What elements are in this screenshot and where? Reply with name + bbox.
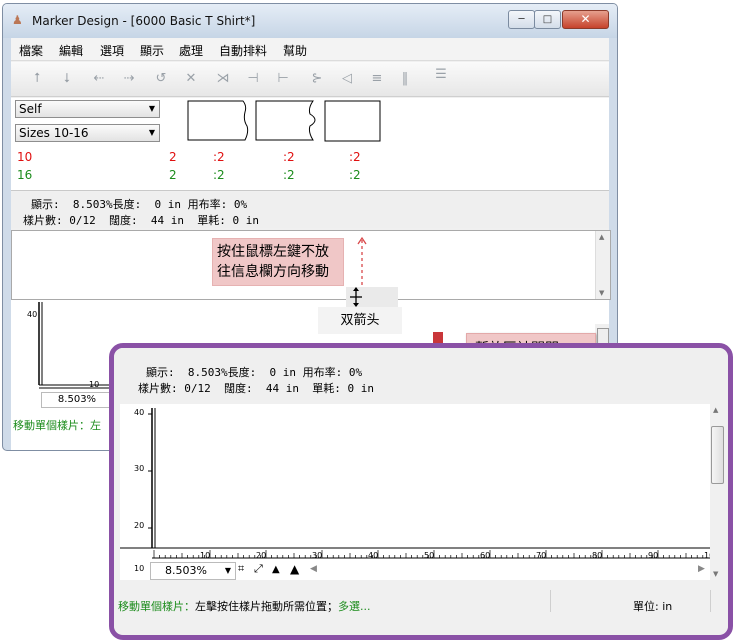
- front-y-tick-10: 10: [134, 564, 145, 573]
- piece-selection-panel: Self ▼ Sizes 10-16 ▼ 10 2 :2 :2 :2 16 2 :2…: [11, 98, 609, 191]
- flip-vertical-icon[interactable]: ✕: [181, 70, 201, 88]
- scroll-right-icon[interactable]: ▶: [698, 564, 705, 574]
- notch-icon[interactable]: ◁: [337, 70, 357, 88]
- menu-edit[interactable]: 編輯: [59, 42, 83, 59]
- mountain-large-icon[interactable]: ▲: [290, 562, 299, 576]
- size-16-label: 16: [17, 168, 33, 182]
- front-info-bar: 顯示: 8.503%長度: 0 in 用布率: 0% 樣片數: 0/12 闊度:…: [114, 348, 728, 400]
- marker-window-after: 顯示: 8.503%長度: 0 in 用布率: 0% 樣片數: 0/12 闊度:…: [109, 343, 733, 640]
- title-bar[interactable]: ♟ Marker Design - [6000 Basic T Shirt*] …: [3, 4, 617, 38]
- front-marker-canvas[interactable]: 40 30 20 10 102030405060708090100: [120, 404, 719, 580]
- chevron-down-icon: ▼: [148, 104, 155, 113]
- chevron-down-icon: ▼: [224, 566, 231, 575]
- rotate-icon[interactable]: ↺: [151, 70, 171, 88]
- resize-cursor: [346, 287, 398, 307]
- bar-icon[interactable]: ‖: [395, 70, 415, 88]
- menu-process[interactable]: 處理: [179, 42, 203, 59]
- arrow-left-icon[interactable]: ⇠: [89, 70, 109, 88]
- front-status-bar: 移動單個樣片：左擊按住樣片拖動所需位置；多選... 單位: in: [114, 584, 728, 634]
- drag-hint-line-2: 往信息欄方向移動: [217, 264, 329, 280]
- scroll-down-icon: ▼: [599, 289, 605, 297]
- info-bar: 顯示: 8.503%長度: 0 in 用布率: 0% 樣片數: 0/12 闊度:…: [11, 192, 609, 228]
- window-title: Marker Design - [6000 Basic T Shirt*]: [32, 14, 256, 28]
- front-info-line-2: 樣片數: 0/12 闊度: 44 in 單耗: 0 in: [138, 382, 374, 395]
- align-left-icon[interactable]: ⊣: [243, 70, 263, 88]
- front-y-tick-40: 40: [134, 408, 145, 417]
- size-16-count-2: :2: [283, 168, 295, 182]
- front-x-tick-label: 70: [536, 551, 547, 560]
- scroll-thumb[interactable]: [711, 426, 724, 484]
- scroll-up-icon: ▲: [599, 233, 605, 241]
- size-16-count-1: :2: [213, 168, 225, 182]
- info-line-1: 顯示: 8.503%長度: 0 in 用布率: 0%: [31, 198, 248, 211]
- style-select[interactable]: Self ▼: [15, 100, 160, 118]
- piece-shapes[interactable]: [187, 100, 383, 146]
- size-select[interactable]: Sizes 10-16 ▼: [15, 124, 160, 142]
- drag-hint-line-1: 按住鼠標左鍵不放: [217, 244, 329, 260]
- front-zoom-select[interactable]: 8.503% ▼: [150, 562, 236, 580]
- front-vertical-scrollbar[interactable]: ▲ ▼: [710, 404, 724, 580]
- front-status-text: 移動單個樣片：左擊按住樣片拖動所需位置；多選...: [118, 600, 371, 613]
- menu-view[interactable]: 顯示: [140, 42, 164, 59]
- split-icon[interactable]: ⊱: [307, 70, 327, 88]
- align-right-icon[interactable]: ⊢: [273, 70, 293, 88]
- back-y-tick: 40: [27, 310, 38, 319]
- front-info-line-1: 顯示: 8.503%長度: 0 in 用布率: 0%: [146, 366, 363, 379]
- front-x-tick-label: 10: [200, 551, 211, 560]
- scroll-up-icon: ▲: [713, 406, 719, 414]
- size-10-count-1: :2: [213, 150, 225, 164]
- stack-icon[interactable]: ≡: [367, 70, 387, 88]
- mountain-small-icon[interactable]: ▲: [272, 564, 280, 575]
- arrow-up-icon[interactable]: ⭡: [27, 70, 47, 88]
- flip-horizontal-icon[interactable]: ⋊: [213, 70, 233, 88]
- front-x-tick-label: 60: [480, 551, 491, 560]
- front-x-tick-label: 80: [592, 551, 603, 560]
- app-icon: ♟: [12, 13, 23, 27]
- front-x-tick-label: 90: [648, 551, 659, 560]
- double-arrow-label: 双箭头: [318, 307, 402, 334]
- arrow-down-icon[interactable]: ⭣: [57, 70, 77, 88]
- holding-area-scrollbar[interactable]: ▲ ▼: [595, 231, 610, 299]
- close-button[interactable]: ✕: [562, 10, 609, 29]
- front-x-tick-label: 50: [424, 551, 435, 560]
- menu-help[interactable]: 幫助: [283, 42, 307, 59]
- unit-label: 單位: in: [633, 600, 673, 613]
- size-16-total: 2: [169, 168, 177, 182]
- back-status-text: 移動單個樣片：左: [13, 419, 101, 432]
- size-10-count-3: :2: [349, 150, 361, 164]
- front-y-tick-30: 30: [134, 464, 145, 473]
- dashed-up-arrow-icon: [357, 236, 367, 286]
- size-10-total: 2: [169, 150, 177, 164]
- front-x-tick-label: 30: [312, 551, 323, 560]
- menu-options[interactable]: 選項: [100, 42, 124, 59]
- menu-bar: 檔案 編輯 選項 顯示 處理 自動排料 幫助: [11, 38, 609, 61]
- drag-hint-callout: 按住鼠標左鍵不放 往信息欄方向移動: [212, 238, 344, 286]
- size-10-label: 10: [17, 150, 33, 164]
- size-16-count-3: :2: [349, 168, 361, 182]
- scroll-down-icon: ▼: [713, 570, 719, 578]
- fit-icon[interactable]: ⌗: [238, 562, 244, 576]
- size-10-count-2: :2: [283, 150, 295, 164]
- info-line-2: 樣片數: 0/12 闊度: 44 in 單耗: 0 in: [23, 214, 259, 227]
- double-arrow-cursor-icon: [350, 287, 362, 307]
- maximize-button[interactable]: □: [534, 10, 561, 29]
- front-x-tick-label: 20: [256, 551, 267, 560]
- back-zoom-field[interactable]: 8.503%: [41, 392, 113, 408]
- chevron-down-icon: ▼: [148, 128, 155, 137]
- menu-auto-marker[interactable]: 自動排料: [219, 42, 267, 59]
- menu-file[interactable]: 檔案: [19, 42, 43, 59]
- menu-lines-icon[interactable]: ☰: [431, 66, 451, 84]
- expand-icon[interactable]: ⤢: [254, 562, 263, 576]
- toolbar: ⭡ ⭣ ⇠ ⇢ ↺ ✕ ⋊ ⊣ ⊢ ⊱ ◁ ≡ ‖ ☰: [11, 62, 609, 97]
- front-y-tick-20: 20: [134, 521, 145, 530]
- minimize-button[interactable]: ─: [508, 10, 535, 29]
- scroll-left-icon[interactable]: ◀: [310, 564, 317, 574]
- back-x-tick: 10: [89, 380, 100, 389]
- front-x-tick-label: 40: [368, 551, 379, 560]
- arrow-right-icon[interactable]: ⇢: [119, 70, 139, 88]
